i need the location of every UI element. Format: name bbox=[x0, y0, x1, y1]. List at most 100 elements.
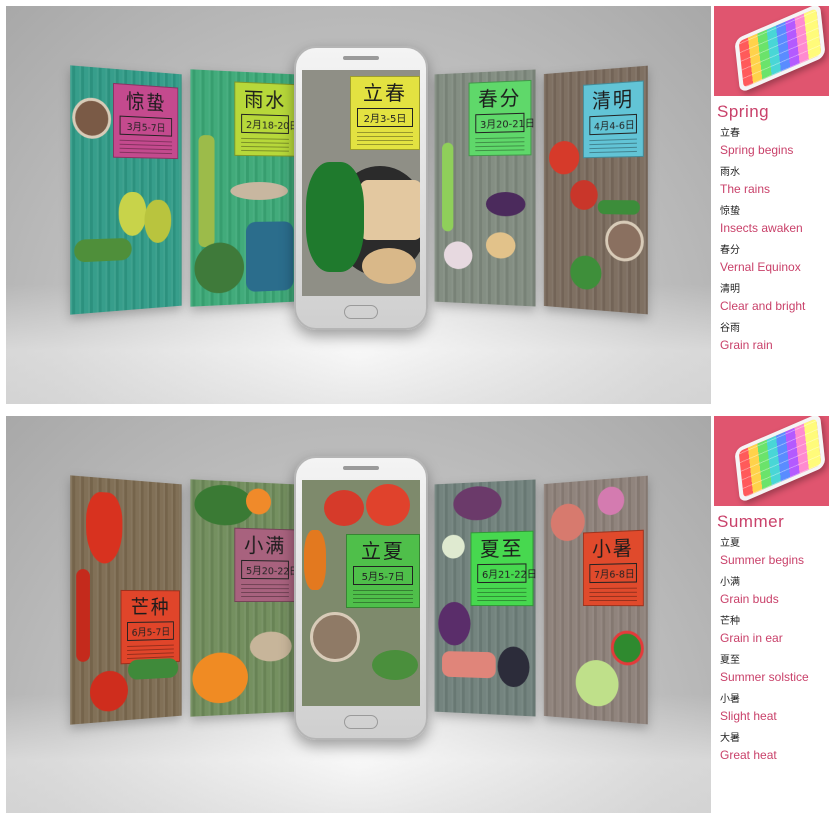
tomato bbox=[366, 484, 410, 526]
term-entry[interactable]: 夏至 Summer solstice bbox=[720, 653, 829, 686]
fine-print bbox=[241, 136, 289, 152]
tomato bbox=[324, 490, 364, 526]
mussels bbox=[497, 646, 530, 688]
term-entry[interactable]: 立春 Spring begins bbox=[720, 126, 829, 159]
term-name: 小满 bbox=[244, 532, 287, 558]
term-chinese: 芒种 bbox=[720, 616, 740, 627]
home-button[interactable] bbox=[344, 305, 378, 319]
card-insects-awaken[interactable]: 惊蛰 3月5-7日 bbox=[70, 65, 182, 315]
term-english: Grain in ear bbox=[720, 631, 783, 645]
term-chinese: 立春 bbox=[720, 128, 740, 139]
asparagus bbox=[198, 134, 215, 248]
tomato bbox=[570, 179, 598, 211]
phone-mockup: 立夏 5月5-7日 bbox=[294, 456, 428, 740]
cucumber bbox=[597, 200, 640, 215]
fine-print bbox=[589, 586, 637, 602]
term-entry[interactable]: 春分 Vernal Equinox bbox=[720, 243, 829, 276]
term-dates: 4月4-6日 bbox=[589, 113, 637, 136]
term-name: 雨水 bbox=[244, 86, 287, 113]
home-button[interactable] bbox=[344, 715, 378, 729]
term-entry[interactable]: 雨水 The rains bbox=[720, 165, 829, 198]
term-dates: 5月20-22日 bbox=[241, 559, 299, 580]
fine-print bbox=[589, 137, 637, 154]
term-dates: 6月5-7日 bbox=[127, 621, 174, 642]
card-slight-heat[interactable]: 小暑 7月6-8日 bbox=[543, 475, 648, 725]
spring-showcase: 惊蛰 3月5-7日 雨水 2月18-20日 立春 2月3-5日 春分 3月20-… bbox=[6, 6, 711, 404]
card-clear-and-bright[interactable]: 清明 4月4-6日 bbox=[543, 65, 648, 315]
term-entry[interactable]: 小满 Grain buds bbox=[720, 575, 829, 608]
eggplant bbox=[485, 192, 526, 217]
term-english: Vernal Equinox bbox=[720, 260, 801, 274]
card-the-rains[interactable]: 雨水 2月18-20日 bbox=[190, 69, 300, 307]
term-chinese: 小满 bbox=[720, 577, 740, 588]
term-dates: 2月18-20日 bbox=[241, 113, 299, 134]
blue-cloth bbox=[246, 221, 294, 292]
spring-section: 惊蛰 3月5-7日 雨水 2月18-20日 立春 2月3-5日 春分 3月20-… bbox=[0, 0, 829, 410]
term-chinese: 谷雨 bbox=[720, 323, 740, 334]
term-entry[interactable]: 大暑 Great heat bbox=[720, 731, 829, 764]
chili bbox=[76, 568, 90, 663]
term-entry[interactable]: 芒种 Grain in ear bbox=[720, 614, 829, 647]
term-dates: 5月5-7日 bbox=[353, 566, 413, 585]
term-english: Great heat bbox=[720, 748, 777, 762]
term-english: The rains bbox=[720, 182, 771, 196]
card-grain-in-ear[interactable]: 芒种 6月5-7日 bbox=[70, 475, 182, 725]
summer-sidebar: Summer 立夏 Summer begins 小满 Grain buds 芒种… bbox=[714, 416, 829, 770]
fine-print bbox=[127, 643, 174, 660]
mini-phone-icon bbox=[734, 6, 826, 94]
term-name: 清明 bbox=[592, 86, 634, 114]
term-name: 春分 bbox=[478, 85, 522, 112]
term-chinese: 惊蛰 bbox=[720, 206, 740, 217]
card-vernal-equinox[interactable]: 春分 3月20-21日 bbox=[434, 69, 536, 307]
term-label: 雨水 2月18-20日 bbox=[234, 81, 299, 157]
term-english: Slight heat bbox=[720, 709, 777, 723]
season-title: Summer bbox=[717, 512, 785, 531]
spring-sidebar: Spring 立春 Spring begins 雨水 The rains 惊蛰 … bbox=[714, 6, 829, 360]
peas bbox=[74, 237, 132, 263]
term-chinese: 清明 bbox=[720, 284, 740, 295]
term-english: Grain rain bbox=[720, 338, 773, 352]
term-entry[interactable]: 惊蛰 Insects awaken bbox=[720, 204, 829, 237]
term-entry[interactable]: 谷雨 Grain rain bbox=[720, 321, 829, 354]
term-english: Summer solstice bbox=[720, 670, 809, 684]
papaya bbox=[304, 530, 326, 590]
phone-screen[interactable]: 立夏 5月5-7日 bbox=[302, 480, 420, 706]
term-dates: 7月6-8日 bbox=[589, 562, 637, 584]
fine-print bbox=[353, 589, 413, 603]
card-grain-buds[interactable]: 小满 5月20-22日 bbox=[190, 479, 300, 717]
fine-print bbox=[475, 136, 525, 152]
term-label: 芒种 6月5-7日 bbox=[120, 589, 180, 665]
term-english: Grain buds bbox=[720, 592, 779, 606]
garlic bbox=[443, 241, 473, 270]
mini-phone-icon bbox=[734, 416, 826, 504]
mushroom-bowl bbox=[605, 220, 644, 263]
season-title: Spring bbox=[717, 102, 770, 121]
phone-thumbnail bbox=[714, 416, 829, 506]
term-entry[interactable]: 小暑 Slight heat bbox=[720, 692, 829, 725]
card-summer-solstice[interactable]: 夏至 6月21-22日 bbox=[434, 479, 536, 717]
term-chinese: 小暑 bbox=[720, 694, 740, 705]
term-english: Spring begins bbox=[720, 143, 794, 157]
term-label: 立夏 5月5-7日 bbox=[346, 534, 420, 608]
term-chinese: 大暑 bbox=[720, 733, 740, 744]
term-entry[interactable]: 清明 Clear and bright bbox=[720, 282, 829, 315]
term-dates: 6月21-22日 bbox=[477, 563, 536, 584]
cucumber bbox=[128, 657, 179, 680]
term-entry[interactable]: 立夏 Summer begins bbox=[720, 536, 829, 569]
phone-speaker bbox=[343, 56, 379, 60]
term-label: 立春 2月3-5日 bbox=[350, 76, 420, 150]
ginger bbox=[485, 232, 516, 259]
mushroom-bowl bbox=[310, 612, 360, 662]
term-english: Insects awaken bbox=[720, 221, 803, 235]
red-pepper bbox=[86, 491, 123, 564]
fine-print bbox=[357, 131, 413, 145]
term-name: 立夏 bbox=[361, 539, 405, 563]
term-english: Clear and bright bbox=[720, 299, 806, 313]
term-chinese: 立夏 bbox=[720, 538, 740, 549]
term-label: 夏至 6月21-22日 bbox=[470, 530, 536, 607]
phone-screen[interactable]: 立春 2月3-5日 bbox=[302, 70, 420, 296]
phone-mockup: 立春 2月3-5日 bbox=[294, 46, 428, 330]
term-name: 夏至 bbox=[480, 536, 524, 562]
term-name: 小暑 bbox=[592, 535, 634, 562]
term-label: 清明 4月4-6日 bbox=[582, 80, 644, 159]
